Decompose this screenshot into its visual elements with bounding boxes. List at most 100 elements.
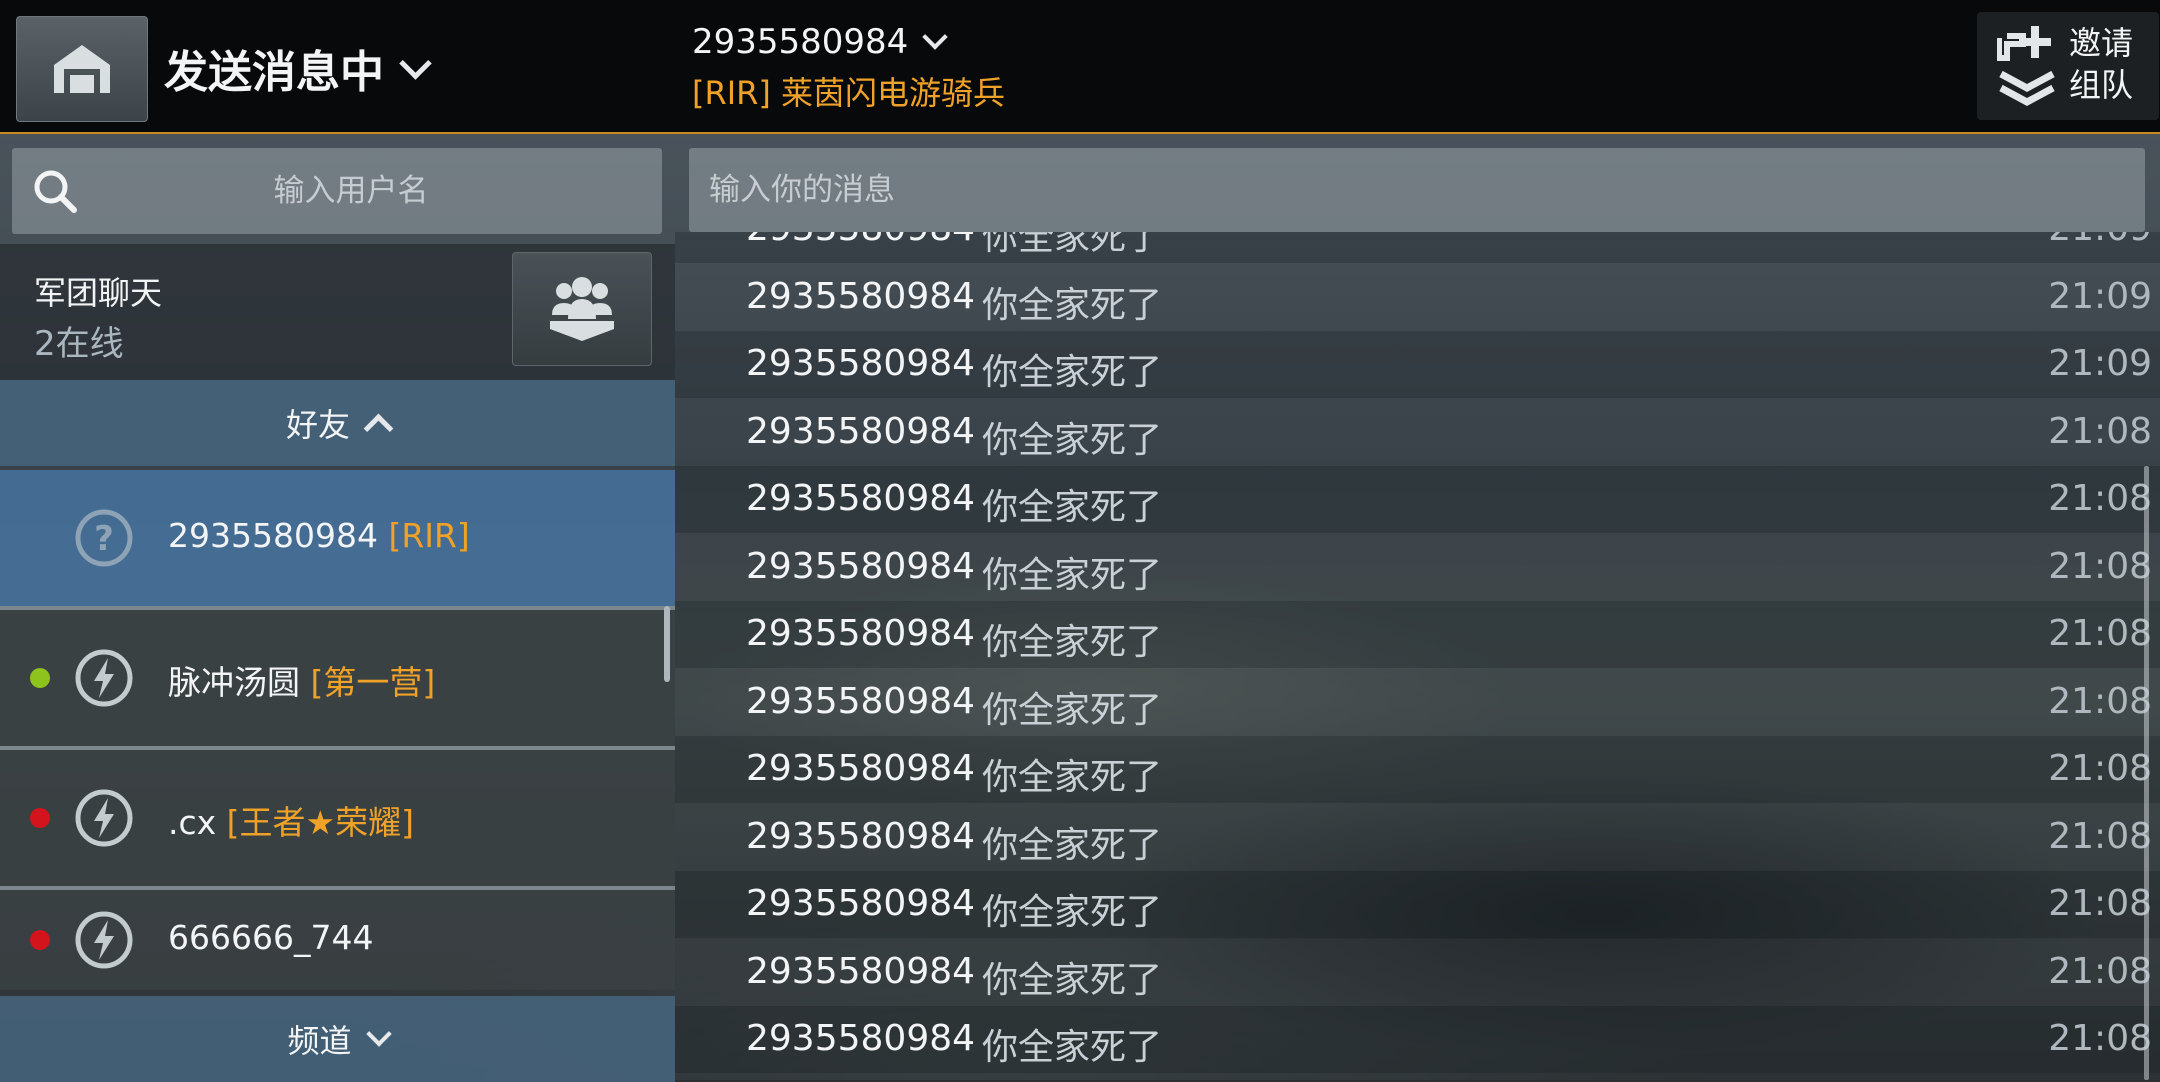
message-text: 你全家死了 xyxy=(982,689,1163,731)
invite-to-platoon-button[interactable]: 邀请 组队 xyxy=(1977,12,2159,120)
chevron-up-icon xyxy=(363,413,394,443)
contact-name: 2935580984 xyxy=(692,22,909,62)
message-row: 2935580984你全家死了 21:09 xyxy=(675,331,2160,398)
top-bar: 发送消息中 2935580984 [RIR] 莱茵闪电游骑兵 邀请 组队 xyxy=(0,0,2160,134)
message-row: 2935580984 你全家死了 21:08 xyxy=(675,398,2160,466)
legion-chat-title: 军团聊天 xyxy=(34,274,163,312)
message-list: 2935580984你全家死了21:092935580984你全家死了21:09… xyxy=(675,232,2160,1080)
message-timestamp: 21:08 xyxy=(2048,748,2152,789)
lightning-icon xyxy=(75,911,133,969)
message-timestamp: 21:08 xyxy=(2048,883,2152,924)
chevron-down-icon xyxy=(365,1021,392,1047)
channels-section-toggle[interactable]: 频道 xyxy=(0,996,675,1082)
message-sender: 2935580984 xyxy=(746,232,975,249)
message-text: 你全家死了 xyxy=(982,232,1163,258)
message-timestamp: 21:09 xyxy=(2048,232,2152,249)
friend-name: 脉冲汤圆 xyxy=(168,663,300,702)
message-input-box[interactable] xyxy=(689,148,2145,232)
contact-clan: [RIR] 莱茵闪电游骑兵 xyxy=(692,74,1006,112)
message-timestamp: 21:08 xyxy=(2048,613,2152,654)
message-text: 你全家死了 xyxy=(982,554,1163,596)
message-row: 2935580984 你全家死了 21:08 xyxy=(675,601,2160,668)
friend-clan: [第一营] xyxy=(310,663,436,702)
message-row: 2935580984 你全家死了 21:09 xyxy=(675,232,2160,263)
message-timestamp: 21:08 xyxy=(2048,815,2152,857)
busy-status-dot xyxy=(30,930,50,950)
message-text: 你全家死了 xyxy=(982,892,1163,933)
message-text: 你全家死了 xyxy=(982,352,1163,393)
message-sender: 2935580984 xyxy=(746,680,976,722)
friend-item[interactable]: 脉冲汤圆 [第一营] xyxy=(0,610,675,750)
lightning-icon xyxy=(75,649,133,707)
friend-name: 2935580984 xyxy=(168,516,378,555)
message-sender: 2935580984 xyxy=(746,478,976,519)
channels-header-label: 频道 xyxy=(287,1022,352,1060)
message-text: 你全家死了 xyxy=(982,284,1163,326)
message-sender: 2935580984 xyxy=(746,815,976,857)
online-status-dot xyxy=(30,668,50,688)
message-row: 2935580984 你全家死了 21:08 xyxy=(675,938,2160,1006)
chat-mode-dropdown[interactable]: 发送消息中 xyxy=(164,36,432,100)
message-text: 你全家死了 xyxy=(982,959,1163,1001)
message-timestamp: 21:08 xyxy=(2048,545,2152,587)
message-row: 2935580984你全家死了 21:09 xyxy=(675,263,2160,331)
friend-clan: [RIR] xyxy=(388,516,470,555)
message-timestamp: 21:08 xyxy=(2048,1018,2152,1059)
search-icon xyxy=(34,170,77,213)
legion-members-button[interactable] xyxy=(512,252,652,366)
message-text: 你全家死了 xyxy=(982,487,1163,528)
message-sender: 2935580984 xyxy=(746,410,976,452)
friend-clan: [王者★荣耀] xyxy=(226,803,415,842)
message-row: 2935580984 你全家死了 21:08 xyxy=(675,736,2160,803)
user-search[interactable] xyxy=(12,148,662,234)
message-row: 2935580984 你全家死了 21:08 xyxy=(675,871,2160,938)
friend-name-row: .cx [王者★荣耀] xyxy=(168,796,414,844)
message-sender: 2935580984 xyxy=(746,275,976,317)
busy-status-dot xyxy=(30,808,50,828)
message-text: 你全家死了 xyxy=(982,824,1163,866)
contact-header[interactable]: 2935580984 [RIR] 莱茵闪电游骑兵 xyxy=(692,22,1005,114)
friends-scrollbar[interactable] xyxy=(664,606,670,682)
message-row: 2935580984 你全家死了 21:08 xyxy=(675,803,2160,871)
message-sender: 2935580984 xyxy=(746,343,976,384)
message-timestamp: 21:09 xyxy=(2048,275,2152,317)
message-row: 2935580984 你全家死了 21:08 xyxy=(675,466,2160,533)
legion-chat[interactable]: 军团聊天 2在线 xyxy=(0,244,675,380)
invite-label: 邀请 xyxy=(2069,24,2134,62)
message-row: 2935580984 你全家死了 21:08 xyxy=(675,533,2160,601)
friend-name-row: 2935580984 [RIR] xyxy=(168,516,470,555)
message-sender: 2935580984 xyxy=(746,545,976,587)
message-text: 你全家死了 xyxy=(982,622,1163,663)
message-sender: 2935580984 xyxy=(746,883,976,924)
garage-icon xyxy=(54,45,110,93)
message-input[interactable] xyxy=(689,171,2145,209)
friend-name: .cx xyxy=(168,803,217,842)
lightning-icon xyxy=(75,789,133,847)
message-timestamp: 21:08 xyxy=(2048,410,2152,452)
message-timestamp: 21:09 xyxy=(2048,343,2152,384)
platoon-invite-icon xyxy=(1997,26,2055,106)
message-text: 你全家死了 xyxy=(982,1027,1163,1068)
friends-header-label: 好友 xyxy=(285,406,350,444)
username-search-input[interactable] xyxy=(12,172,662,210)
friend-item[interactable]: .cx [王者★荣耀] xyxy=(0,750,675,890)
chat-mode-label: 发送消息中 xyxy=(164,47,384,98)
legion-online-count: 2在线 xyxy=(34,324,124,364)
friend-item[interactable]: 666666_744 xyxy=(0,890,675,990)
message-sender: 2935580984 xyxy=(746,1018,976,1059)
group-icon xyxy=(550,277,614,341)
contacts-panel: 军团聊天 2在线 好友 ? 2935580984 [RIR] xyxy=(0,134,675,1082)
messages-scrollbar[interactable] xyxy=(2144,466,2149,1080)
message-row: 2935580984 你全家死了 21:08 xyxy=(675,1006,2160,1073)
message-row: 2935580984 你全家死了 21:08 xyxy=(675,668,2160,736)
friend-name: 666666_744 xyxy=(168,918,374,957)
message-timestamp: 21:08 xyxy=(2048,478,2152,519)
friend-item[interactable]: ? 2935580984 [RIR] xyxy=(0,470,675,610)
friends-section-toggle[interactable]: 好友 xyxy=(0,380,675,466)
garage-button[interactable] xyxy=(16,16,148,122)
svg-text:?: ? xyxy=(94,519,114,559)
message-sender: 2935580984 xyxy=(746,748,976,789)
message-sender: 2935580984 xyxy=(746,950,976,992)
message-timestamp: 21:08 xyxy=(2048,680,2152,722)
chevron-down-icon xyxy=(922,24,949,50)
